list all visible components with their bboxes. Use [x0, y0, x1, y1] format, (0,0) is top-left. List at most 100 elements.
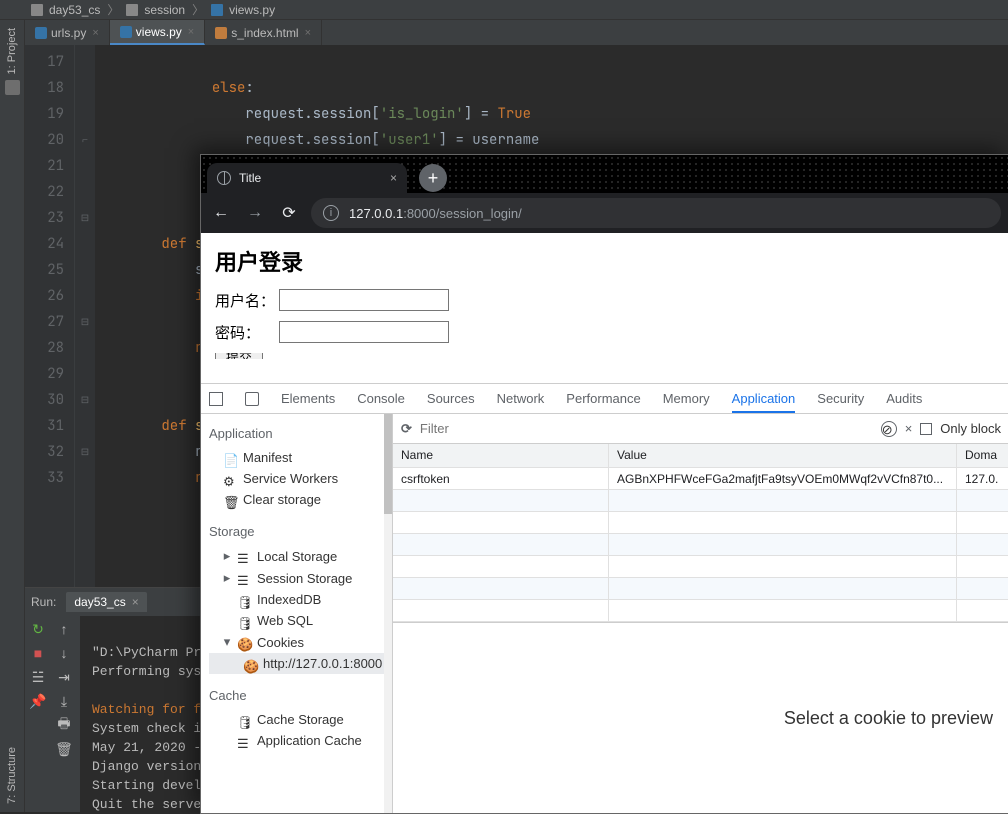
sidebar-item-cookies[interactable]: ▾🍪Cookies	[209, 631, 392, 653]
table-row[interactable]	[393, 600, 1008, 622]
close-icon[interactable]: ×	[305, 27, 311, 39]
close-icon[interactable]: ×	[132, 595, 139, 609]
username-label: 用户名：	[215, 290, 279, 311]
new-tab-button[interactable]: +	[419, 164, 447, 192]
url-port: :8000	[403, 206, 436, 221]
scroll-icon[interactable]: ⤓	[55, 692, 73, 710]
tab-console[interactable]: Console	[357, 391, 405, 406]
back-button[interactable]: ←	[209, 204, 233, 222]
scrollbar[interactable]	[384, 414, 392, 813]
folder-icon	[126, 4, 138, 16]
cookie-icon: 🍪	[243, 659, 257, 669]
col-name[interactable]: Name	[393, 444, 609, 467]
manifest-icon: 📄	[223, 453, 237, 463]
project-toolwindow-label[interactable]: 1: Project	[6, 28, 18, 74]
breadcrumb-project[interactable]: day53_cs	[49, 3, 100, 17]
tab-label: urls.py	[51, 26, 86, 40]
inspect-icon[interactable]	[209, 392, 223, 406]
trash-icon[interactable]: 🗑	[55, 740, 73, 758]
sidebar-item-cookie-host[interactable]: 🍪http://127.0.0.1:8000	[209, 653, 392, 674]
db-icon: 🛢	[237, 595, 251, 605]
table-row[interactable]	[393, 578, 1008, 600]
breadcrumb-folder[interactable]: session	[144, 3, 185, 17]
block-icon[interactable]: ⊘	[881, 421, 897, 437]
device-toggle-icon[interactable]	[245, 392, 259, 406]
close-icon[interactable]: ×	[390, 171, 397, 185]
pin-icon[interactable]: 📌	[29, 692, 47, 710]
url-host: 127.0.0.1	[349, 206, 403, 221]
close-icon[interactable]: ×	[92, 27, 98, 39]
table-row[interactable]	[393, 512, 1008, 534]
sidebar-item-cache-storage[interactable]: 🛢Cache Storage	[209, 709, 392, 730]
clear-icon[interactable]: ×	[905, 421, 913, 436]
forward-button[interactable]: →	[243, 204, 267, 222]
filter-input[interactable]	[420, 421, 873, 436]
browser-tab[interactable]: Title ×	[207, 163, 407, 193]
site-info-icon[interactable]: i	[323, 205, 339, 221]
structure-toolwindow-label[interactable]: 7: Structure	[6, 747, 18, 804]
section-application: Application	[209, 426, 392, 441]
reload-button[interactable]: ⟳	[277, 203, 301, 223]
down-icon[interactable]: ↓	[55, 644, 73, 662]
address-bar[interactable]: i 127.0.0.1:8000/session_login/	[311, 198, 1001, 228]
wrap-icon[interactable]: ⇥	[55, 668, 73, 686]
run-config-tab[interactable]: day53_cs ×	[66, 592, 146, 612]
storage-icon: ☰	[237, 573, 251, 583]
sidebar-item-clear-storage[interactable]: 🗑Clear storage	[209, 489, 392, 510]
browser-chrome: Title × + ← → ⟳ i 127.0.0.1:8000/session…	[201, 155, 1008, 233]
tab-urls-py[interactable]: urls.py ×	[25, 20, 110, 45]
table-row[interactable]	[393, 556, 1008, 578]
clear-icon: 🗑	[223, 495, 237, 505]
tab-s-index-html[interactable]: s_index.html ×	[205, 20, 322, 45]
cell-domain: 127.0.	[957, 468, 1008, 489]
tab-memory[interactable]: Memory	[663, 391, 710, 406]
py-file-icon	[211, 4, 223, 16]
fold-gutter[interactable]: ⌐ ⊟⊟ ⊟⊟	[75, 45, 95, 587]
devtools-tabs: Elements Console Sources Network Perform…	[201, 384, 1008, 414]
run-config-name: day53_cs	[74, 595, 125, 609]
cookie-table[interactable]: Name Value Doma csrftoken AGBnXPHFWceFGa…	[393, 444, 1008, 622]
col-domain[interactable]: Doma	[957, 444, 1008, 467]
tab-network[interactable]: Network	[497, 391, 545, 406]
sidebar-item-service-workers[interactable]: ⚙Service Workers	[209, 468, 392, 489]
sidebar-item-session-storage[interactable]: ▸☰Session Storage	[209, 567, 392, 589]
tab-sources[interactable]: Sources	[427, 391, 475, 406]
up-icon[interactable]: ↑	[55, 620, 73, 638]
sidebar-item-indexeddb[interactable]: 🛢IndexedDB	[209, 589, 392, 610]
table-row[interactable]	[393, 534, 1008, 556]
tab-elements[interactable]: Elements	[281, 391, 335, 406]
tab-performance[interactable]: Performance	[566, 391, 640, 406]
cell-value: AGBnXPHFWceFGa2mafjtFa9tsyVOEm0MWqf2vVCf…	[609, 468, 957, 489]
username-input[interactable]	[279, 289, 449, 311]
table-row[interactable]	[393, 490, 1008, 512]
col-value[interactable]: Value	[609, 444, 957, 467]
chevron-right-icon: ▸	[223, 548, 231, 564]
table-row[interactable]: csrftoken AGBnXPHFWceFGa2mafjtFa9tsyVOEm…	[393, 468, 1008, 490]
close-icon[interactable]: ×	[188, 26, 194, 38]
db-icon: 🛢	[237, 715, 251, 725]
py-file-icon	[35, 27, 47, 39]
chevron-down-icon: ▾	[223, 634, 231, 650]
stop-icon[interactable]: ■	[29, 644, 47, 662]
tab-views-py[interactable]: views.py ×	[110, 20, 205, 45]
sidebar-item-local-storage[interactable]: ▸☰Local Storage	[209, 545, 392, 567]
cookie-preview-placeholder: Select a cookie to preview	[393, 622, 1008, 813]
tab-application[interactable]: Application	[732, 391, 796, 413]
ide-left-sidebar: 1: Project 7: Structure	[0, 20, 25, 812]
browser-viewport: 用户登录 用户名： 密码： 提交 Elements Console Source…	[201, 233, 1008, 813]
only-blocked-checkbox[interactable]	[920, 423, 932, 435]
refresh-icon[interactable]: ⟳	[401, 421, 412, 437]
tab-security[interactable]: Security	[817, 391, 864, 406]
table-header: Name Value Doma	[393, 444, 1008, 468]
sidebar-icon	[5, 80, 20, 95]
layout-icon[interactable]: ☱	[29, 668, 47, 686]
sidebar-item-websql[interactable]: 🛢Web SQL	[209, 610, 392, 631]
breadcrumb-file[interactable]: views.py	[229, 3, 275, 17]
sidebar-item-manifest[interactable]: 📄Manifest	[209, 447, 392, 468]
rerun-icon[interactable]: ↻	[29, 620, 47, 638]
submit-button[interactable]: 提交	[215, 353, 263, 359]
password-input[interactable]	[279, 321, 449, 343]
sidebar-item-app-cache[interactable]: ☰Application Cache	[209, 730, 392, 751]
print-icon[interactable]: 🖶	[55, 716, 73, 734]
tab-audits[interactable]: Audits	[886, 391, 922, 406]
